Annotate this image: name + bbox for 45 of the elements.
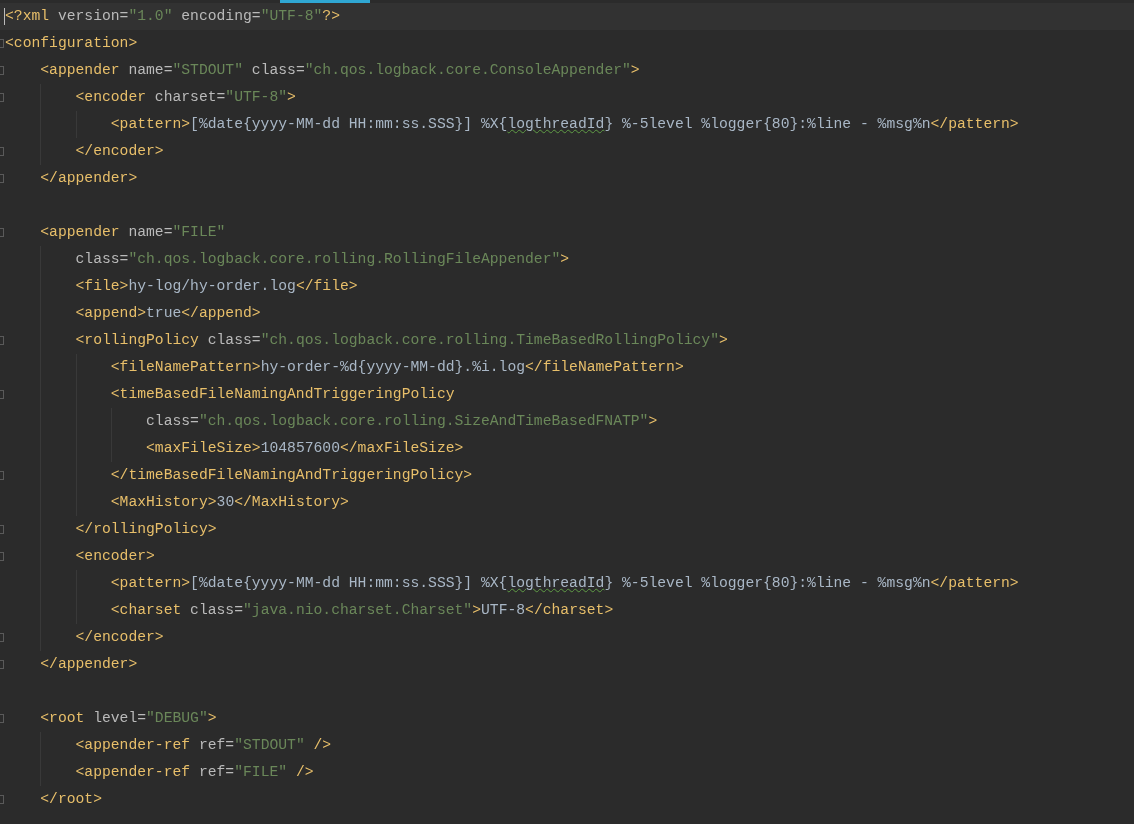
- fold-marker-icon[interactable]: [0, 633, 4, 642]
- code-line: </rollingPolicy>: [75, 520, 217, 539]
- code-line: </appender>: [40, 655, 138, 674]
- code-line: </root>: [40, 790, 102, 809]
- code-line: class="ch.qos.logback.core.rolling.SizeAndTimeBasedFNATP">: [146, 412, 658, 431]
- code-line: <pattern>[%date{yyyy-MM-dd HH:mm:ss.SSS}] %X{logthreadId} %-5level %logger{80}:%line - %msg%n</pattern>: [110, 574, 1019, 593]
- fold-marker-icon[interactable]: [0, 147, 4, 156]
- code-line: <?xml version="1.0" encoding="UTF-8"?>: [5, 7, 340, 26]
- code-line: </encoder>: [75, 628, 164, 647]
- code-line: </appender>: [40, 169, 138, 188]
- code-line: <appender name="STDOUT" class="ch.qos.logback.core.ConsoleAppender">: [40, 61, 640, 80]
- fold-marker-icon[interactable]: [0, 228, 4, 237]
- fold-marker-icon[interactable]: [0, 795, 4, 804]
- fold-marker-icon[interactable]: [0, 93, 4, 102]
- code-line: <encoder charset="UTF-8">: [75, 88, 296, 107]
- fold-marker-icon[interactable]: [0, 471, 4, 480]
- code-line: <MaxHistory>30</MaxHistory>: [110, 493, 349, 512]
- fold-marker-icon[interactable]: [0, 336, 4, 345]
- code-line: <root level="DEBUG">: [40, 709, 217, 728]
- code-line: <maxFileSize>104857600</maxFileSize>: [146, 439, 464, 458]
- code-line: <append>true</append>: [75, 304, 261, 323]
- fold-marker-icon[interactable]: [0, 660, 4, 669]
- code-line: <fileNamePattern>hy-order-%d{yyyy-MM-dd}.%i.log</fileNamePattern>: [110, 358, 684, 377]
- fold-marker-icon[interactable]: [0, 174, 4, 183]
- code-line: </timeBasedFileNamingAndTriggeringPolicy>: [110, 466, 473, 485]
- fold-marker-icon[interactable]: [0, 39, 4, 48]
- code-line: </encoder>: [75, 142, 164, 161]
- code-editor[interactable]: [0, 0, 1134, 824]
- code-line: <timeBasedFileNamingAndTriggeringPolicy: [110, 385, 455, 404]
- code-line: <encoder>: [75, 547, 155, 566]
- code-line: <file>hy-log/hy-order.log</file>: [75, 277, 358, 296]
- code-line: <charset class="java.nio.charset.Charset">UTF-8</charset>: [110, 601, 614, 620]
- fold-marker-icon[interactable]: [0, 66, 4, 75]
- code-line: <pattern>[%date{yyyy-MM-dd HH:mm:ss.SSS}] %X{logthreadId} %-5level %logger{80}:%line - %msg%n</pattern>: [110, 115, 1019, 134]
- code-line: <appender-ref ref="STDOUT" />: [75, 736, 332, 755]
- code-line: <rollingPolicy class="ch.qos.logback.core.rolling.TimeBasedRollingPolicy">: [75, 331, 728, 350]
- fold-marker-icon[interactable]: [0, 525, 4, 534]
- fold-marker-icon[interactable]: [0, 714, 4, 723]
- fold-marker-icon[interactable]: [0, 552, 4, 561]
- code-line: <appender name="FILE": [40, 223, 226, 242]
- code-line: class="ch.qos.logback.core.rolling.RollingFileAppender">: [75, 250, 570, 269]
- fold-marker-icon[interactable]: [0, 390, 4, 399]
- text-caret: [4, 8, 5, 25]
- code-line: <configuration>: [5, 34, 138, 53]
- code-line: <appender-ref ref="FILE" />: [75, 763, 314, 782]
